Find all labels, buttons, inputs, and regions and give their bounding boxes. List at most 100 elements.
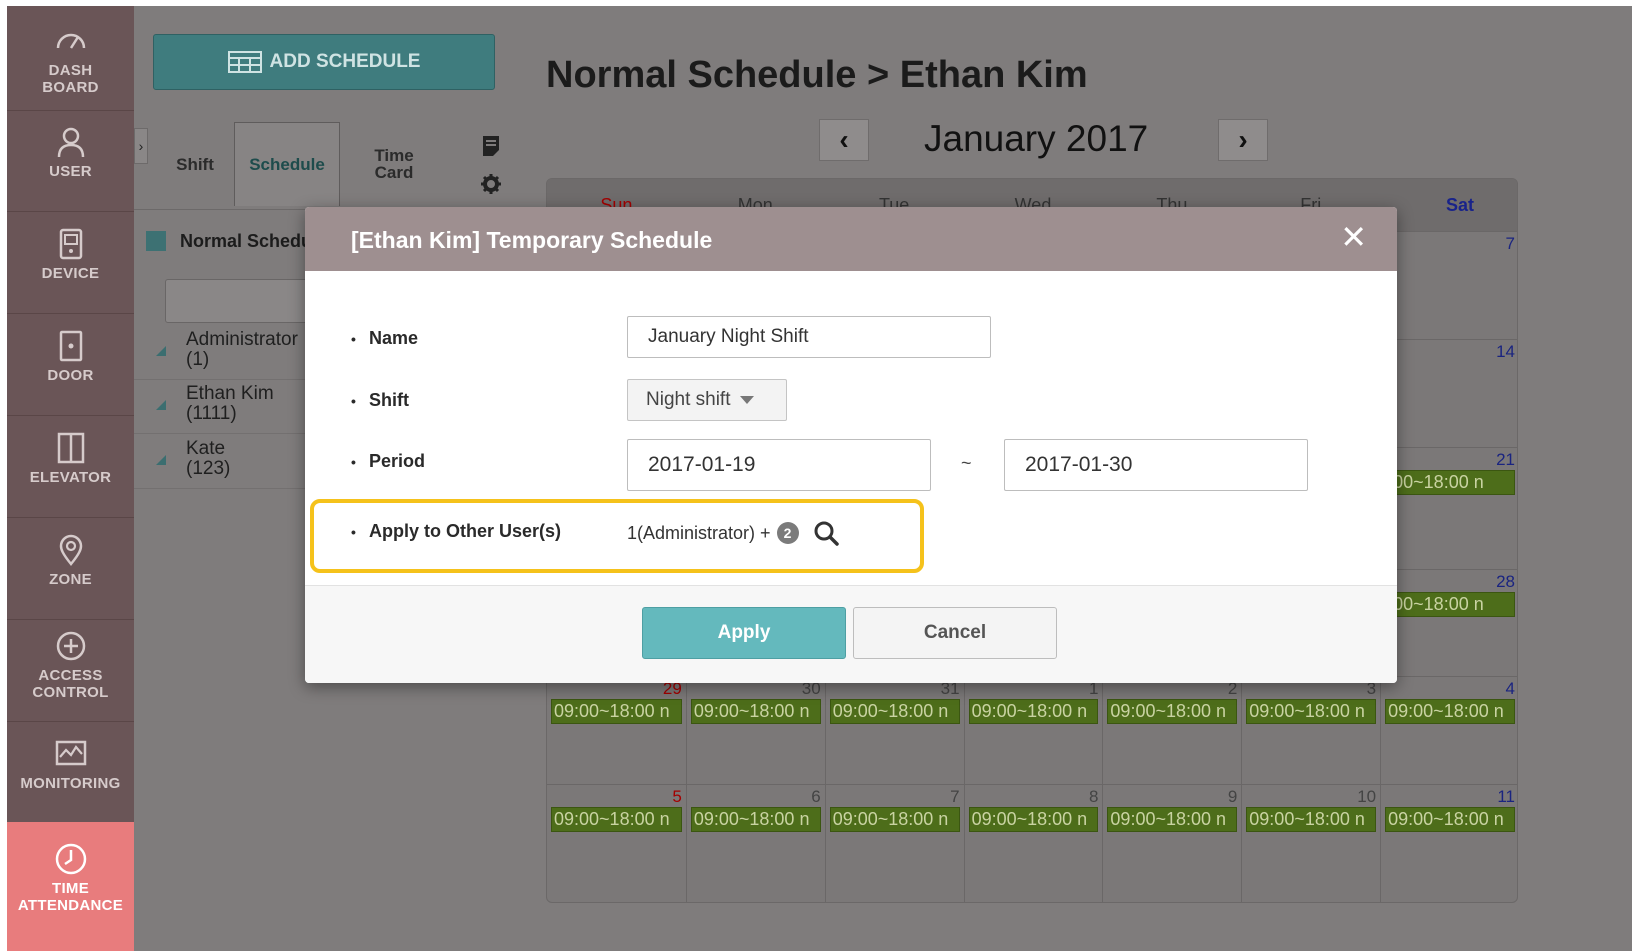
- name-value: January Night Shift: [648, 326, 809, 347]
- next-month-button[interactable]: ›: [1218, 119, 1268, 161]
- page-title: Normal Schedule > Ethan Kim: [546, 54, 1088, 96]
- gear-icon[interactable]: [480, 172, 502, 196]
- calendar-day-cell[interactable]: 2 09:00~18:00 n: [1102, 677, 1241, 784]
- day-number: 6: [811, 787, 821, 806]
- clock-icon: [55, 843, 86, 875]
- schedule-event[interactable]: 09:00~18:00 n: [968, 807, 1099, 832]
- sidebar-item-zone[interactable]: ZONE: [7, 515, 134, 620]
- apply-users-label: Apply to Other User(s): [369, 521, 562, 541]
- schedule-event[interactable]: 09:00~18:00 n: [968, 699, 1099, 724]
- close-icon[interactable]: ✕: [1340, 221, 1367, 253]
- schedule-event[interactable]: 09:00~18:00 n: [1246, 807, 1377, 832]
- document-icon[interactable]: [480, 134, 502, 158]
- sidebar-item-dashboard[interactable]: DASH BOARD: [7, 6, 134, 111]
- day-number: 7: [950, 787, 960, 806]
- collapse-icon[interactable]: [146, 231, 166, 251]
- calendar-day-cell[interactable]: 6 09:00~18:00 n: [685, 785, 825, 902]
- user-name: Kate: [186, 438, 226, 459]
- sidebar-item-label: DASH BOARD: [42, 62, 99, 96]
- prev-month-button[interactable]: ‹: [819, 119, 869, 161]
- sidebar-item-door[interactable]: DOOR: [7, 311, 134, 416]
- schedule-event[interactable]: 09:00~18:00 n: [829, 807, 960, 832]
- calendar-day-cell[interactable]: 5 09:00~18:00 n: [547, 785, 686, 902]
- chevron-right-icon: ›: [1238, 124, 1248, 155]
- calendar-week: 5 09:00~18:00 n 6 09:00~18:00 n 7 09:00~18:00…: [547, 784, 1517, 902]
- name-label: Name: [369, 328, 419, 348]
- access-control-icon: [56, 631, 85, 661]
- day-number: 11: [1497, 787, 1515, 806]
- device-icon: [59, 228, 82, 260]
- calendar-day-cell[interactable]: 31 09:00~18:00 n: [824, 677, 964, 784]
- calendar-day-cell[interactable]: 7: [1380, 232, 1517, 339]
- schedule-event[interactable]: :00~18:00 n: [1385, 592, 1515, 617]
- schedule-event[interactable]: 09:00~18:00 n: [690, 699, 821, 724]
- calendar-week: 29 09:00~18:00 n 30 09:00~18:00 n 31 09:00~18…: [547, 676, 1517, 784]
- apply-users-value: 1(Administrator) + 2: [627, 520, 839, 546]
- calendar-day-cell[interactable]: 3 09:00~18:00 n: [1241, 677, 1380, 784]
- search-icon[interactable]: [813, 520, 839, 546]
- schedule-event[interactable]: 09:00~18:00 n: [829, 699, 960, 724]
- sidebar-item-device[interactable]: DEVICE: [7, 209, 134, 314]
- tab-label: Time Card: [374, 146, 414, 182]
- calendar-day-cell[interactable]: 7 09:00~18:00 n: [824, 785, 964, 902]
- day-number: 14: [1496, 342, 1515, 361]
- sidebar-item-user[interactable]: USER: [7, 107, 134, 212]
- apply-button[interactable]: Apply: [642, 607, 846, 659]
- weekday-sat: Sat: [1445, 195, 1474, 215]
- tab-schedule[interactable]: Schedule: [234, 122, 340, 206]
- calendar-day-cell[interactable]: 8 09:00~18:00 n: [963, 785, 1103, 902]
- schedule-event[interactable]: 09:00~18:00 n: [690, 807, 821, 832]
- elevator-icon: [57, 432, 84, 464]
- calendar-day-cell[interactable]: 29 09:00~18:00 n: [547, 677, 686, 784]
- calendar-day-cell[interactable]: 21:00~18:00 n: [1380, 448, 1517, 569]
- calendar-day-cell[interactable]: 9 09:00~18:00 n: [1102, 785, 1241, 902]
- schedule-event[interactable]: 09:00~18:00 n: [1246, 699, 1377, 724]
- schedule-event[interactable]: 09:00~18:00 n: [1385, 699, 1515, 724]
- cancel-button[interactable]: Cancel: [853, 607, 1057, 659]
- sidebar-item-label: ELEVATOR: [29, 469, 112, 486]
- tab-time-card[interactable]: Time Card: [344, 122, 444, 206]
- apply-users-row: • Apply to Other User(s): [351, 521, 561, 542]
- schedule-event[interactable]: 09:00~18:00 n: [551, 699, 682, 724]
- shift-select[interactable]: Night shift: [627, 379, 787, 421]
- schedule-event[interactable]: 09:00~18:00 n: [1385, 807, 1515, 832]
- calendar-day-cell[interactable]: 10 09:00~18:00 n: [1241, 785, 1380, 902]
- period-start-value: 2017-01-19: [648, 453, 756, 476]
- shift-label: Shift: [369, 390, 409, 410]
- day-number: 8: [1088, 787, 1099, 806]
- schedule-event[interactable]: :00~18:00 n: [1385, 470, 1515, 495]
- bullet: •: [351, 454, 356, 470]
- calendar-day-cell[interactable]: 1 09:00~18:00 n: [963, 677, 1103, 784]
- sidebar-item-time-attendance[interactable]: TIME ATTENDANCE: [7, 822, 134, 951]
- chevron-left-icon: ‹: [839, 124, 849, 155]
- sidebar-item-monitoring[interactable]: MONITORING: [7, 719, 134, 824]
- tab-label: Shift: [176, 154, 214, 174]
- schedule-event[interactable]: 09:00~18:00 n: [1107, 807, 1238, 832]
- day-number: 28: [1496, 572, 1515, 591]
- period-end-input[interactable]: 2017-01-30: [1004, 439, 1308, 491]
- sidebar-item-access-control[interactable]: ACCESS CONTROL: [7, 617, 134, 722]
- name-input[interactable]: January Night Shift: [627, 316, 991, 358]
- user-id: (123): [186, 458, 231, 479]
- day-number: 5: [672, 787, 682, 806]
- user-count-badge: 2: [776, 522, 799, 544]
- user-id: (1): [186, 349, 210, 370]
- schedule-event[interactable]: 09:00~18:00 n: [1107, 699, 1238, 724]
- period-start-input[interactable]: 2017-01-19: [627, 439, 931, 491]
- sidebar-item-label: ACCESS CONTROL: [32, 667, 109, 701]
- shift-row: • Shift: [351, 390, 409, 411]
- sidebar-item-label: DOOR: [47, 367, 94, 384]
- add-schedule-button[interactable]: ADD SCHEDULE: [153, 34, 495, 90]
- schedule-event[interactable]: 09:00~18:00 n: [551, 807, 682, 832]
- chevron-right-icon[interactable]: ›: [134, 128, 148, 164]
- calendar-day-cell[interactable]: 11 09:00~18:00 n: [1380, 785, 1517, 902]
- calendar-day-cell[interactable]: 28:00~18:00 n: [1380, 570, 1517, 676]
- calendar-day-cell[interactable]: 30 09:00~18:00 n: [685, 677, 825, 784]
- sidebar-item-label: DEVICE: [41, 265, 100, 282]
- sidebar-item-elevator[interactable]: ELEVATOR: [7, 413, 134, 518]
- calendar-day-cell[interactable]: 4 09:00~18:00 n: [1380, 677, 1517, 784]
- calendar-day-cell[interactable]: 14: [1380, 340, 1517, 447]
- tab-shift[interactable]: Shift: [150, 122, 240, 206]
- user-id: (1111): [186, 403, 237, 424]
- bullet: •: [351, 393, 356, 409]
